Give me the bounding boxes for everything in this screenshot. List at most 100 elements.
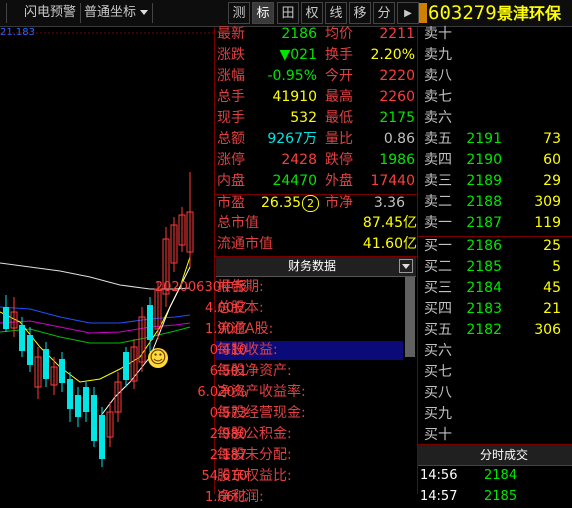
buy-level-label: 买五	[424, 322, 452, 338]
financial-value: 1.90亿	[205, 322, 247, 337]
sell-level-label: 卖一	[424, 215, 452, 231]
financial-value: 6.020%	[197, 385, 247, 400]
sell-level-row[interactable]: 卖三 2189 29	[418, 171, 572, 192]
buy-level-label: 买一	[424, 238, 452, 254]
buy-level-label: 买十	[424, 427, 452, 443]
quote-label: 量比	[325, 131, 353, 147]
financial-value: 20200630中报	[154, 280, 247, 295]
financial-row[interactable]: 净利润: 1.66亿	[0, 487, 414, 508]
buy-level-row[interactable]: 买二 2185 5	[418, 257, 572, 278]
quote-value: 17440	[370, 173, 415, 189]
quote-value: 41910	[272, 89, 317, 105]
financial-value: 4.00亿	[205, 301, 247, 316]
financial-title: 财务数据	[288, 259, 337, 273]
quote-row: 涨停 2428 跌停 1986	[215, 150, 417, 171]
float-mv-row: 流通市值 41.60亿	[215, 234, 417, 255]
sell-level-row[interactable]: 卖七	[418, 87, 572, 108]
tick-row: 14:57 2185	[418, 486, 572, 507]
sell-level-row[interactable]: 卖四 2190 60	[418, 150, 572, 171]
tick-time: 14:56	[420, 468, 458, 483]
sell-level-volume: 60	[543, 152, 561, 168]
quote-row: 总额 9267万 量比 0.86	[215, 129, 417, 150]
sell-level-label: 卖三	[424, 173, 452, 189]
quote-value: ▼021	[279, 47, 318, 63]
financial-row[interactable]: 流通A股: 1.90亿	[0, 319, 414, 340]
buy-level-row[interactable]: 买八	[418, 383, 572, 404]
financial-row[interactable]: 每股公积金: 2.980	[0, 424, 414, 445]
quote-value: 9267万	[267, 131, 317, 147]
buy-level-label: 买八	[424, 385, 452, 401]
financial-row[interactable]: 每股收益: 0.410	[0, 340, 414, 361]
quote-label: 外盘	[325, 173, 353, 189]
sell-level-volume: 29	[543, 173, 561, 189]
financial-value: 54.610	[201, 469, 248, 484]
quote-row: 涨跌 ▼021 换手 2.20%	[215, 45, 417, 66]
financial-value: 1.66亿	[205, 490, 247, 505]
buy-level-row[interactable]: 买七	[418, 362, 572, 383]
chevron-down-icon	[402, 264, 410, 269]
financial-header: 财务数据	[216, 257, 416, 277]
quote-row: 涨幅 -0.95% 今开 2220	[215, 66, 417, 87]
buy-level-row[interactable]: 买九	[418, 404, 572, 425]
financial-row[interactable]: 每股净资产: 6.501	[0, 361, 414, 382]
financial-row[interactable]: 股东权益比: 54.610	[0, 466, 414, 487]
financial-value: 2.980	[209, 427, 247, 442]
buy-level-row[interactable]: 买四 2183 21	[418, 299, 572, 320]
sell-level-label: 卖十	[424, 26, 452, 42]
quote-label: 换手	[325, 47, 353, 63]
quote-value: 2211	[379, 26, 415, 42]
quote-label: 今开	[325, 68, 353, 84]
sell-level-label: 卖七	[424, 89, 452, 105]
buy-level-price: 2185	[466, 259, 502, 275]
sell-level-row[interactable]: 卖五 2191 73	[418, 129, 572, 150]
financial-row[interactable]: 报告期: 20200630中报	[0, 277, 414, 298]
pb-label: 市净	[325, 195, 353, 211]
financial-row[interactable]: 每股未分配: 2.187	[0, 445, 414, 466]
pe-pb-row: 市盈 26.35 2 市净 3.36	[215, 193, 417, 214]
sell-level-label: 卖四	[424, 152, 452, 168]
financial-value: 0.410	[209, 343, 247, 358]
quote-value: 2260	[379, 89, 415, 105]
sell-level-row[interactable]: 卖十	[418, 24, 572, 45]
buy-level-label: 买四	[424, 301, 452, 317]
pe-badge-icon: 2	[302, 195, 319, 212]
buy-level-volume: 45	[543, 280, 561, 296]
buy-level-row[interactable]: 买六	[418, 341, 572, 362]
sell-level-row[interactable]: 卖九	[418, 45, 572, 66]
financial-row[interactable]: 净资产收益率: 6.020%	[0, 382, 414, 403]
financial-value: 0.573	[209, 406, 247, 421]
quote-label: 涨停	[217, 152, 245, 168]
financial-row[interactable]: 每股经营现金: 0.573	[0, 403, 414, 424]
buy-level-price: 2183	[466, 301, 502, 317]
total-mv-value: 87.45亿	[362, 215, 417, 231]
sell-level-price: 2189	[466, 173, 502, 189]
quote-value: 532	[290, 110, 317, 126]
sell-level-price: 2187	[466, 215, 502, 231]
sell-level-row[interactable]: 卖一 2187 119	[418, 213, 572, 234]
quote-label: 涨幅	[217, 68, 245, 84]
buy-level-row[interactable]: 买五 2182 306	[418, 320, 572, 341]
sell-level-row[interactable]: 卖八	[418, 66, 572, 87]
financial-row[interactable]: 总股本: 4.00亿	[0, 298, 414, 319]
quote-value: 2.20%	[370, 47, 415, 63]
buy-level-row[interactable]: 买十	[418, 425, 572, 446]
quote-value: 2186	[281, 26, 317, 42]
financial-dropdown-button[interactable]	[399, 259, 413, 273]
quote-label: 跌停	[325, 152, 353, 168]
sell-level-label: 卖六	[424, 110, 452, 126]
buy-level-row[interactable]: 买三 2184 45	[418, 278, 572, 299]
sell-level-row[interactable]: 卖六	[418, 108, 572, 129]
buy-level-row[interactable]: 买一 2186 25	[418, 236, 572, 257]
buy-level-label: 买九	[424, 406, 452, 422]
quote-label: 均价	[325, 26, 353, 42]
buy-level-price: 2186	[466, 238, 502, 254]
pb-value: 3.36	[373, 195, 405, 211]
quote-label: 涨跌	[217, 47, 245, 63]
sell-level-row[interactable]: 卖二 2188 309	[418, 192, 572, 213]
float-mv-value: 41.60亿	[362, 236, 417, 252]
quote-label: 总手	[217, 89, 245, 105]
quote-value: 0.86	[383, 131, 415, 147]
sell-level-price: 2188	[466, 194, 502, 210]
tick-time: 14:57	[420, 489, 458, 504]
quote-value: 2175	[379, 110, 415, 126]
